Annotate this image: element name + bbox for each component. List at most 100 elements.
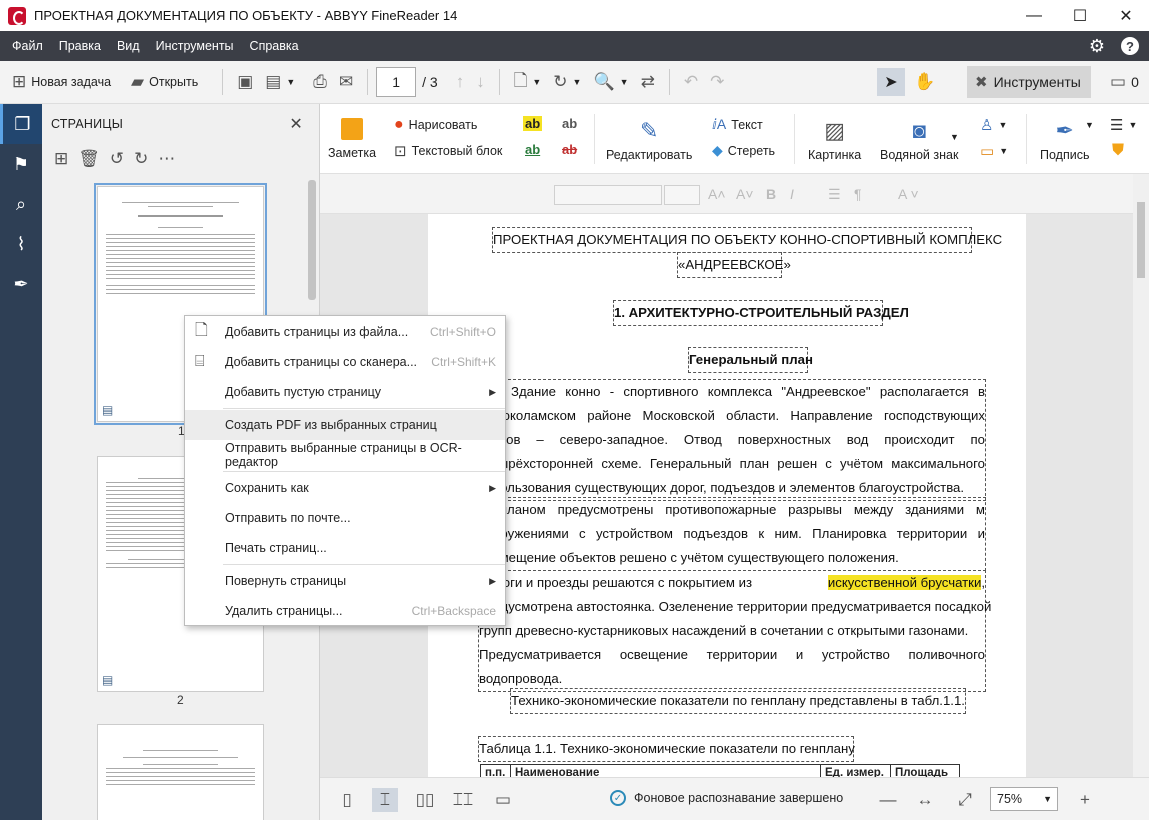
gear-icon[interactable]: ⚙ bbox=[1089, 36, 1105, 57]
menu-view[interactable]: Вид bbox=[109, 31, 148, 61]
increase-font-icon[interactable]: A˄ bbox=[708, 186, 726, 202]
fit-width-button[interactable]: ↔ bbox=[912, 788, 938, 812]
header-footer-button[interactable]: ▭ ▼ bbox=[980, 142, 1008, 160]
ctx-delete-pages[interactable]: Удалить страницы... Ctrl+Backspace bbox=[185, 596, 505, 626]
picture-button[interactable]: ▨ Картинка bbox=[808, 118, 861, 162]
add-page-icon[interactable]: ⊞ bbox=[54, 149, 68, 169]
scroll-view-button[interactable]: ⌶ bbox=[372, 788, 398, 812]
draw-button[interactable]: ● Нарисовать bbox=[394, 116, 477, 134]
underline-wavy-button[interactable]: ab bbox=[560, 116, 579, 131]
more-icon[interactable]: ⋯ bbox=[158, 149, 175, 169]
ctx-send-by-email[interactable]: Отправить по почте... bbox=[185, 503, 505, 533]
save-as-button[interactable]: ▤ ▼ bbox=[259, 67, 301, 97]
paragraph-icon[interactable]: ¶ bbox=[854, 186, 862, 202]
decrease-font-icon[interactable]: A˅ bbox=[736, 186, 754, 202]
maximize-button[interactable]: ☐ bbox=[1057, 0, 1103, 31]
sign-dropdown-icon[interactable]: ▼ bbox=[1085, 120, 1094, 130]
text-button[interactable]: ⅈA Текст bbox=[712, 116, 763, 133]
stamp-button[interactable]: ♙ ▼ bbox=[980, 116, 1007, 134]
rail-signatures[interactable]: ✒ bbox=[0, 264, 42, 304]
text-block-title2[interactable]: «АНДРЕЕВСКОЕ» bbox=[677, 252, 791, 278]
note-button[interactable]: Заметка bbox=[328, 118, 376, 160]
document-scrollbar[interactable] bbox=[1133, 174, 1149, 777]
minimize-button[interactable]: — bbox=[1011, 0, 1057, 31]
rail-bookmarks[interactable]: ⚑ bbox=[0, 144, 42, 184]
select-tool-button[interactable]: ➤ bbox=[877, 68, 905, 96]
recognize-button[interactable]: 🔍 ▼ bbox=[587, 67, 634, 97]
rail-pages[interactable]: ❐ bbox=[0, 104, 42, 144]
underline-button[interactable]: ab bbox=[523, 142, 542, 157]
add-page-button[interactable]: 🗋 ▼ bbox=[508, 67, 548, 97]
sign-button[interactable]: ✒ Подпись bbox=[1040, 118, 1089, 162]
ctx-print-pages[interactable]: Печать страниц... bbox=[185, 533, 505, 563]
text-block-subsection[interactable]: Генеральный план bbox=[688, 347, 813, 373]
watermark-dropdown-icon[interactable]: ▼ bbox=[950, 132, 959, 142]
panel-close-icon[interactable]: ✕ bbox=[289, 114, 303, 134]
menu-tools[interactable]: Инструменты bbox=[148, 31, 242, 61]
ctx-save-as[interactable]: Сохранить как ▶ bbox=[185, 473, 505, 503]
menu-help[interactable]: Справка bbox=[242, 31, 307, 61]
rail-search[interactable]: ⌕ bbox=[0, 184, 42, 224]
text-block-p3[interactable]: Дороги и проезды решаются с покрытием из… bbox=[478, 570, 991, 692]
zoom-select[interactable]: 75% ▼ bbox=[990, 787, 1058, 811]
redo-button[interactable]: ↷ bbox=[704, 67, 730, 97]
open-button[interactable]: ▰ Открыть bbox=[125, 67, 204, 97]
menu-edit[interactable]: Правка bbox=[51, 31, 109, 61]
watermark-button[interactable]: ◙ Водяной знак bbox=[880, 118, 958, 162]
text-block-section[interactable]: 1. АРХИТЕКТУРНО-СТРОИТЕЛЬНЫЙ РАЗДЕЛ bbox=[613, 300, 909, 326]
text-block-button[interactable]: ⊡ Текстовый блок bbox=[394, 142, 502, 160]
two-page-view-button[interactable]: ▯▯ bbox=[412, 788, 438, 812]
align-icon[interactable]: ☰ bbox=[828, 186, 841, 203]
fit-page-button[interactable]: ⤢ bbox=[952, 788, 978, 812]
font-size-select[interactable] bbox=[664, 185, 700, 205]
fit-width-icon: ↔ bbox=[916, 790, 934, 809]
text-block-p1[interactable]: Здание конно - спортивного комплекса "Ан… bbox=[478, 379, 986, 501]
next-page-button[interactable]: ↓ bbox=[470, 67, 491, 97]
ctx-add-from-file[interactable]: 🗋 Добавить страницы из файла... Ctrl+Shi… bbox=[185, 317, 505, 347]
presentation-button[interactable]: ▭ bbox=[490, 788, 516, 812]
protect-button[interactable]: ⛊ bbox=[1112, 142, 1124, 160]
ctx-add-blank-page[interactable]: Добавить пустую страницу ▶ bbox=[185, 377, 505, 407]
save-button[interactable]: ▣ bbox=[231, 67, 259, 97]
bold-icon[interactable]: B bbox=[766, 186, 776, 202]
tools-button[interactable]: ✖ Инструменты bbox=[967, 66, 1091, 98]
zoom-out-button[interactable]: — bbox=[875, 788, 901, 812]
hand-tool-button[interactable]: ✋ bbox=[908, 67, 941, 97]
highlight-button[interactable]: ab bbox=[523, 116, 543, 131]
erase-button[interactable]: ◆ Стереть bbox=[712, 142, 775, 159]
single-page-view-button[interactable]: ▯ bbox=[334, 788, 360, 812]
undo-button[interactable]: ↶ bbox=[678, 67, 704, 97]
text-block-caption[interactable]: Таблица 1.1. Технико-экономические показ… bbox=[478, 736, 855, 762]
strikethrough-button[interactable]: ab bbox=[560, 142, 579, 157]
zoom-in-button[interactable]: + bbox=[1072, 788, 1098, 812]
text-block-title[interactable]: ПРОЕКТНАЯ ДОКУМЕНТАЦИЯ ПО ОБЪЕКТУ КОННО-… bbox=[492, 227, 1002, 253]
rail-attachments[interactable]: ⌇ bbox=[0, 224, 42, 264]
close-button[interactable]: ✕ bbox=[1103, 0, 1149, 31]
rotate-right-icon[interactable]: ↻ bbox=[134, 149, 148, 169]
redact-button[interactable]: ☰ ▼ bbox=[1110, 116, 1137, 134]
two-page-scroll-button[interactable]: ⌶⌶ bbox=[450, 788, 476, 812]
font-color-icon[interactable]: A ˅ bbox=[898, 186, 919, 202]
trash-icon[interactable]: 🗑 bbox=[78, 149, 100, 169]
menu-file[interactable]: Файл bbox=[0, 31, 51, 61]
print-button[interactable]: ⎙ bbox=[307, 67, 333, 97]
ctx-create-pdf[interactable]: Создать PDF из выбранных страниц bbox=[185, 410, 505, 440]
ctx-rotate-pages[interactable]: Повернуть страницы ▶ bbox=[185, 566, 505, 596]
ctx-add-from-scanner[interactable]: ⌸ Добавить страницы со сканера... Ctrl+S… bbox=[185, 347, 505, 377]
rotate-button[interactable]: ↻ ▼ bbox=[547, 67, 587, 97]
page-thumb-3[interactable] bbox=[97, 724, 264, 820]
prev-page-button[interactable]: ↑ bbox=[450, 67, 471, 97]
help-icon[interactable]: ? bbox=[1121, 37, 1139, 55]
page-number-input[interactable]: 1 bbox=[376, 67, 417, 97]
italic-icon[interactable]: I bbox=[790, 186, 794, 202]
rotate-left-icon[interactable]: ↺ bbox=[110, 149, 124, 169]
ctx-send-to-ocr[interactable]: Отправить выбранные страницы в OCR-редак… bbox=[185, 440, 505, 470]
compare-button[interactable]: ⇄ bbox=[635, 67, 661, 97]
edit-button[interactable]: ✎ Редактировать bbox=[606, 118, 692, 162]
new-task-button[interactable]: ⊞ Новая задача bbox=[6, 67, 117, 97]
font-family-select[interactable] bbox=[554, 185, 662, 205]
text-block-tech[interactable]: Технико-экономические показатели по генп… bbox=[510, 688, 966, 714]
email-button[interactable]: ✉ bbox=[333, 67, 359, 97]
comments-button[interactable]: ▭ 0 bbox=[1104, 67, 1145, 97]
text-block-p2[interactable]: Генпланом предусмотрены противопожарные … bbox=[478, 497, 986, 571]
